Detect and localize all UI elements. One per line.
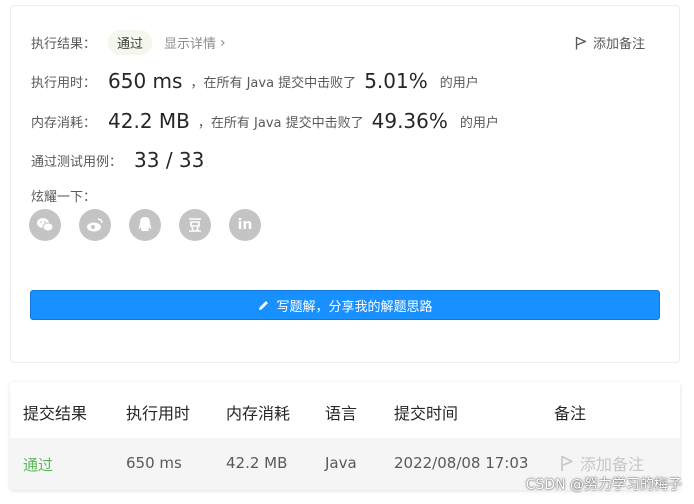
status-badge: 通过: [108, 30, 153, 55]
testcases-label: 通过测试用例：: [31, 154, 123, 170]
memory-value: 42.2 MB: [108, 109, 190, 133]
flag-icon: [575, 36, 587, 49]
douban-icon[interactable]: [179, 209, 211, 241]
header-result: 提交结果: [23, 404, 88, 423]
write-solution-label: 写题解，分享我的解题思路: [276, 299, 433, 315]
row-result-link[interactable]: 通过: [23, 454, 53, 475]
row-add-note-button[interactable]: 添加备注: [560, 451, 644, 475]
header-note: 备注: [554, 404, 587, 423]
header-memory: 内存消耗: [226, 404, 291, 423]
row-language: Java: [325, 454, 357, 472]
row-time: 2022/08/08 17:03: [394, 454, 529, 472]
header-language: 语言: [325, 404, 358, 423]
table-header: 提交结果 执行用时 内存消耗 语言 提交时间 备注: [10, 382, 680, 438]
flag-icon: [561, 455, 573, 471]
row-add-note-label: 添加备注: [580, 455, 645, 474]
share-icons: in: [29, 209, 279, 241]
result-label: 执行结果：: [31, 37, 97, 52]
wechat-icon[interactable]: [29, 209, 61, 241]
runtime-row: 执行用时： 650 ms ，在所有 Java 提交中击败了 5.01% 的用户: [31, 69, 479, 93]
result-row: 执行结果： 通过 显示详情 ›: [31, 30, 226, 55]
header-runtime: 执行用时: [126, 404, 191, 423]
memory-users-text: 的用户: [459, 115, 499, 131]
write-solution-button[interactable]: 写题解，分享我的解题思路: [30, 290, 660, 320]
share-row: 炫耀一下：: [31, 186, 96, 205]
memory-label: 内存消耗：: [31, 115, 97, 131]
show-details-label: 显示详情: [164, 37, 217, 52]
pencil-icon: [259, 300, 269, 310]
runtime-value: 650 ms: [108, 69, 183, 93]
runtime-percent: 5.01%: [364, 69, 428, 93]
linkedin-icon[interactable]: in: [229, 209, 261, 241]
add-note-button[interactable]: 添加备注: [575, 33, 645, 52]
memory-row: 内存消耗： 42.2 MB ，在所有 Java 提交中击败了 49.36% 的用…: [31, 109, 499, 133]
testcases-row: 通过测试用例： 33 / 33: [31, 148, 204, 172]
header-time: 提交时间: [394, 404, 459, 423]
runtime-users-text: 的用户: [439, 75, 479, 91]
runtime-label: 执行用时：: [31, 75, 97, 91]
runtime-beat-text: ，在所有 Java 提交中击败了: [190, 75, 357, 91]
row-memory: 42.2 MB: [226, 454, 288, 472]
watermark: CSDN @努力学习的梅子: [525, 477, 682, 493]
share-label: 炫耀一下：: [31, 190, 97, 205]
chevron-right-icon: ›: [220, 34, 226, 51]
weibo-icon[interactable]: [79, 209, 111, 241]
add-note-label: 添加备注: [592, 37, 645, 52]
testcases-value: 33 / 33: [134, 148, 205, 172]
qq-icon[interactable]: [129, 209, 161, 241]
memory-percent: 49.36%: [371, 109, 448, 133]
memory-beat-text: ，在所有 Java 提交中击败了: [197, 115, 364, 131]
row-runtime: 650 ms: [126, 454, 182, 472]
show-details-link[interactable]: 显示详情 ›: [164, 33, 226, 53]
